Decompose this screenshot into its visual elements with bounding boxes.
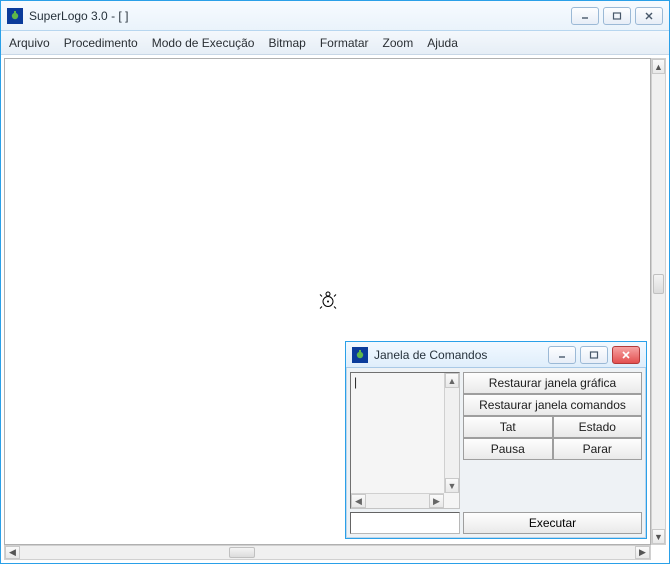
menu-formatar[interactable]: Formatar (320, 36, 369, 50)
estado-button[interactable]: Estado (553, 416, 643, 438)
pausa-button[interactable]: Pausa (463, 438, 553, 460)
menubar: Arquivo Procedimento Modo de Execução Bi… (1, 31, 669, 55)
parar-button[interactable]: Parar (553, 438, 643, 460)
menu-modo-execucao[interactable]: Modo de Execução (152, 36, 255, 50)
scroll-up-icon[interactable]: ▲ (652, 59, 665, 74)
history-scroll-left-icon[interactable]: ◀ (351, 494, 366, 508)
commands-title: Janela de Comandos (374, 348, 487, 362)
vscroll-thumb[interactable] (653, 274, 664, 294)
commands-minimize-button[interactable] (548, 346, 576, 364)
menu-ajuda[interactable]: Ajuda (427, 36, 458, 50)
hscroll-thumb[interactable] (229, 547, 255, 558)
command-input[interactable] (350, 512, 460, 534)
main-window-controls (571, 7, 663, 25)
client-area: ▲ ▼ ◀ ▶ Janela de Comandos (1, 55, 669, 563)
menu-zoom[interactable]: Zoom (383, 36, 414, 50)
menu-bitmap[interactable]: Bitmap (268, 36, 305, 50)
menu-arquivo[interactable]: Arquivo (9, 36, 50, 50)
turtle-icon (317, 290, 339, 313)
commands-titlebar[interactable]: Janela de Comandos (346, 342, 646, 368)
main-title: SuperLogo 3.0 - [ ] (29, 9, 128, 23)
button-panel: Restaurar janela gráfica Restaurar janel… (463, 372, 642, 509)
scroll-left-icon[interactable]: ◀ (5, 546, 20, 559)
history-text: | (354, 375, 441, 490)
history-scroll-down-icon[interactable]: ▼ (445, 478, 459, 493)
canvas-hscrollbar[interactable]: ◀ ▶ (4, 545, 651, 560)
history-scroll-up-icon[interactable]: ▲ (445, 373, 459, 388)
commands-window-controls (548, 346, 640, 364)
main-window: SuperLogo 3.0 - [ ] Arquivo Procedimento… (0, 0, 670, 564)
minimize-button[interactable] (571, 7, 599, 25)
canvas-wrap: ▲ ▼ ◀ ▶ Janela de Comandos (1, 55, 669, 563)
scroll-down-icon[interactable]: ▼ (652, 529, 665, 544)
restore-graphics-button[interactable]: Restaurar janela gráfica (463, 372, 642, 394)
menu-procedimento[interactable]: Procedimento (64, 36, 138, 50)
commands-close-button[interactable] (612, 346, 640, 364)
commands-app-icon (352, 347, 368, 363)
history-scroll-right-icon[interactable]: ▶ (429, 494, 444, 508)
command-history[interactable]: | ▲ ▼ ◀ ▶ (350, 372, 460, 509)
close-button[interactable] (635, 7, 663, 25)
commands-body: | ▲ ▼ ◀ ▶ Restaurar janela (346, 368, 646, 538)
app-icon (7, 8, 23, 24)
restore-commands-button[interactable]: Restaurar janela comandos (463, 394, 642, 416)
commands-window[interactable]: Janela de Comandos | ▲ ▼ (345, 341, 647, 539)
commands-maximize-button[interactable] (580, 346, 608, 364)
tat-button[interactable]: Tat (463, 416, 553, 438)
scroll-right-icon[interactable]: ▶ (635, 546, 650, 559)
main-titlebar[interactable]: SuperLogo 3.0 - [ ] (1, 1, 669, 31)
maximize-button[interactable] (603, 7, 631, 25)
canvas-vscrollbar[interactable]: ▲ ▼ (651, 58, 666, 545)
execute-button[interactable]: Executar (463, 512, 642, 534)
